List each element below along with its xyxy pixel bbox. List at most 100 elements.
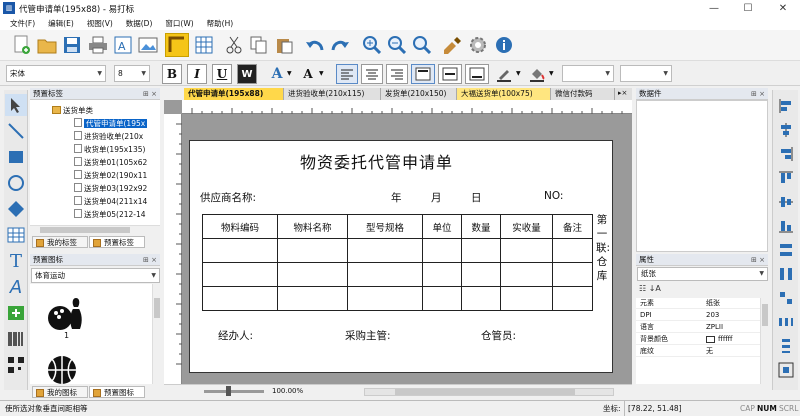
align-center-icon[interactable] [361,64,383,84]
tree-root[interactable]: 送货单类 [52,105,93,116]
scroll-thumb[interactable] [154,298,160,318]
prop-row[interactable]: 底纹 无 [636,346,760,357]
text-tool-icon[interactable]: T [5,250,27,272]
text-frame-icon[interactable]: A [111,33,135,57]
diamond-tool-icon[interactable] [5,198,27,220]
scroll-thumb[interactable] [762,304,768,326]
zoom-slider[interactable] [204,386,264,396]
align-right-edge-icon[interactable] [776,144,796,164]
font-name-select[interactable]: 宋体 ▼ [6,65,106,82]
tree-hscrollbar[interactable] [30,225,160,234]
distribute-vertical-icon[interactable] [776,336,796,356]
line-color-icon[interactable] [494,64,514,84]
props-scrollbar[interactable] [760,298,768,384]
tree-item[interactable]: 送货单04(211x14 [74,196,147,208]
info-icon[interactable] [492,33,516,57]
align-left-edge-icon[interactable] [776,96,796,116]
zoom-in-icon[interactable] [360,33,384,57]
props-object-select[interactable]: 纸张 ▼ [637,267,768,281]
italic-button[interactable]: I [187,64,207,84]
zoom-slider-handle[interactable] [226,386,231,396]
pin-icon[interactable]: ⊞ × [751,88,765,100]
doc-tab[interactable]: 大福送货单(100x75) [457,88,551,100]
zoom-fit-icon[interactable] [410,33,434,57]
handler-label[interactable]: 经办人: [218,328,253,343]
clear-brush-icon[interactable] [440,33,464,57]
menu-view[interactable]: 视图(V) [87,18,113,29]
underline-button[interactable]: U [212,64,232,84]
props-sort-icon[interactable]: ☷ ↓A [639,284,661,293]
icon-list-scrollbar[interactable] [152,284,160,384]
qrcode-tool-icon[interactable] [5,354,27,376]
pin-icon[interactable]: ⊞ × [143,254,157,266]
year-label[interactable]: 年 [391,190,402,205]
distribute-horizontal-icon[interactable] [776,312,796,332]
copy-side-label[interactable]: 第一联:仓库 [596,213,610,283]
close-tab-icon[interactable]: ▸× [618,89,627,97]
zoom-out-icon[interactable] [385,33,409,57]
align-bottom-edge-icon[interactable] [776,216,796,236]
barcode-tool-icon[interactable] [5,328,27,350]
tab-my-labels[interactable]: 我的标签 [32,236,88,248]
valign-bottom-icon[interactable] [465,64,489,84]
hscrollbar[interactable] [364,388,614,396]
grid-icon[interactable] [192,33,216,57]
highlight-color-icon[interactable]: A [298,64,318,84]
scroll-thumb[interactable] [395,389,575,395]
tree-item[interactable]: 送货单01(105x62 [74,157,147,169]
menu-data[interactable]: 数据(D) [126,18,153,29]
open-folder-icon[interactable] [35,33,59,57]
new-file-icon[interactable] [10,33,34,57]
center-on-page-icon[interactable] [776,360,796,380]
valign-middle-icon[interactable] [438,64,462,84]
prop-row[interactable]: 语言 ZPLII [636,322,760,333]
bowling-icon[interactable] [46,296,86,334]
redo-icon[interactable] [328,33,352,57]
ellipse-tool-icon[interactable] [5,172,27,194]
pointer-tool-icon[interactable] [5,94,27,116]
fill-color-icon[interactable] [527,64,547,84]
doc-tab-active[interactable]: 代管申请单(195x88) [184,88,284,100]
align-left-icon[interactable] [336,64,358,84]
no-label[interactable]: NO: [544,190,563,202]
settings-gear-icon[interactable] [466,33,490,57]
menu-file[interactable]: 文件(F) [10,18,35,29]
wordart-button[interactable]: W [237,64,257,84]
warehouse-keeper-label[interactable]: 仓管员: [481,328,516,343]
tree-item[interactable]: 进货验收单(210x [74,131,143,143]
menu-help[interactable]: 帮助(H) [207,18,234,29]
icon-category-select[interactable]: 体育运动 ▼ [31,268,160,283]
copy-icon[interactable] [247,33,271,57]
color-swatch[interactable] [706,336,715,343]
supplier-label[interactable]: 供应商名称: [200,190,256,205]
pin-icon[interactable]: ⊞ × [143,88,157,100]
prop-row[interactable]: 元素 纸张 [636,298,760,309]
menu-window[interactable]: 窗口(W) [165,18,193,29]
line-width-select[interactable]: ▼ [562,65,614,82]
tab-preset-labels[interactable]: 预置标签 [89,236,145,248]
paste-icon[interactable] [272,33,296,57]
basketball-icon[interactable] [46,354,78,384]
minimize-button[interactable]: — [697,0,731,17]
same-size-icon[interactable] [776,288,796,308]
rectangle-tool-icon[interactable] [5,146,27,168]
table-tool-icon[interactable] [5,224,27,246]
tree-item[interactable]: 送货单03(192x92 [74,183,147,195]
font-size-select[interactable]: 8 ▼ [114,65,150,82]
doc-tab[interactable]: 进货验收单(210x115) [284,88,381,100]
month-label[interactable]: 月 [431,190,442,205]
corner-frame-icon[interactable] [165,33,189,57]
image-tool-icon[interactable] [5,302,27,324]
cut-icon[interactable] [222,33,246,57]
doc-tab[interactable]: 微信付款码 [551,88,615,100]
line-tool-icon[interactable] [5,120,27,142]
image-icon[interactable] [136,33,160,57]
pin-icon[interactable]: ⊞ × [751,254,765,266]
items-table[interactable]: 物料编码 物料名称 型号规格 单位 数量 实收量 备注 [202,214,593,311]
menu-edit[interactable]: 编辑(E) [48,18,74,29]
doc-tab[interactable]: 发货单(210x150) [381,88,457,100]
maximize-button[interactable]: ☐ [731,0,765,17]
document-title[interactable]: 物资委托代管申请单 [300,149,453,173]
tree-item[interactable]: 送货单02(190x11 [74,170,147,182]
tree-item[interactable]: 代管申请单(195x [74,118,148,130]
